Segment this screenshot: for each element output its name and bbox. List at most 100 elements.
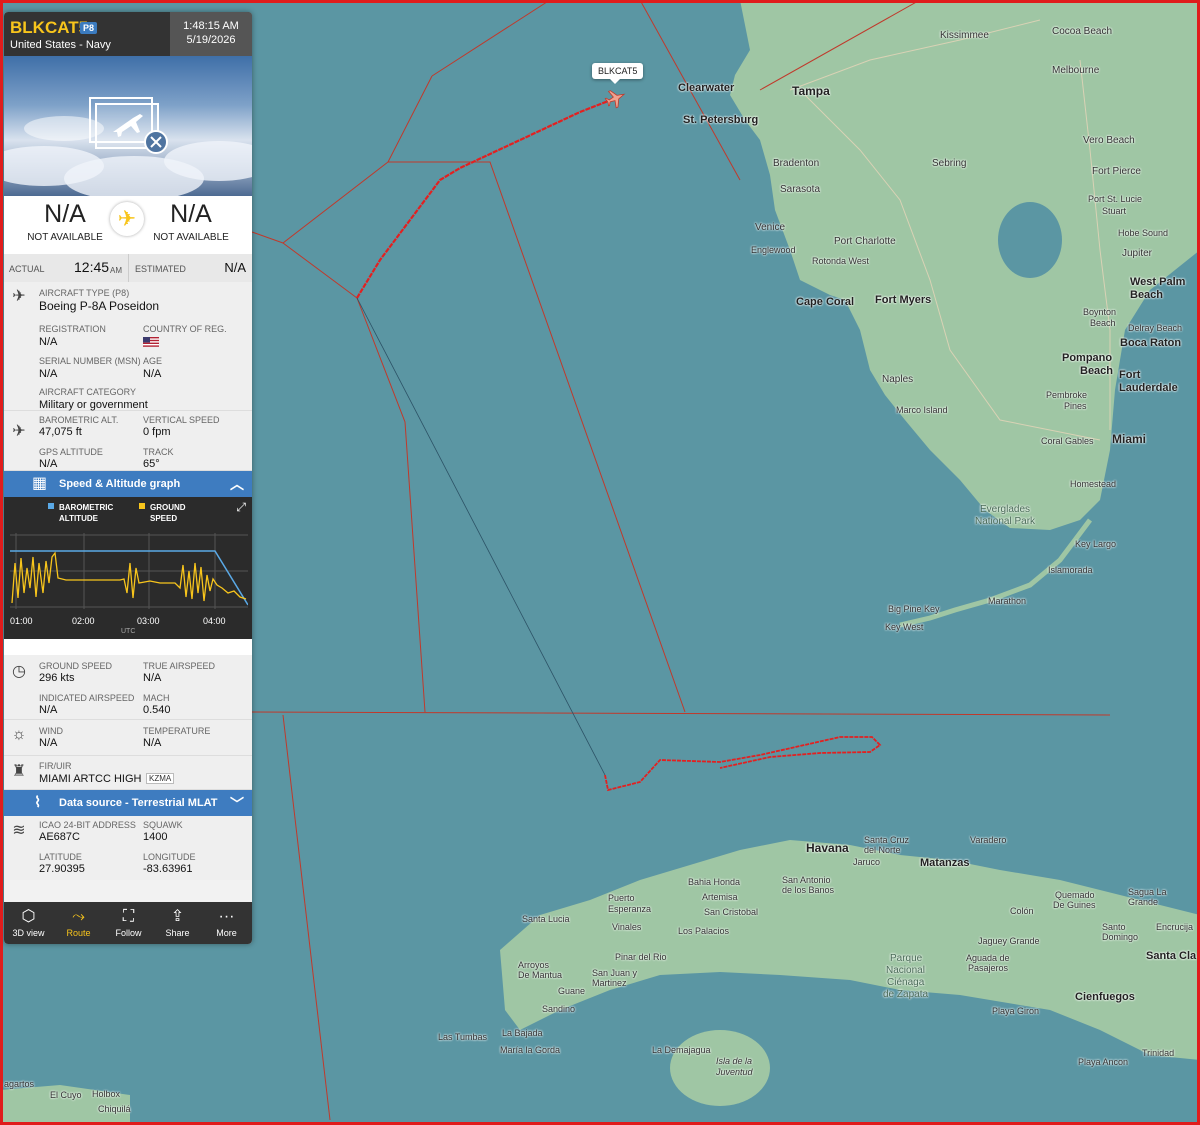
vertical-speed-label: VERTICAL SPEED [143,415,220,425]
aircraft-callout[interactable]: BLKCAT5 [592,63,644,84]
map-label: agartos [4,1079,35,1089]
share-button[interactable]: ⇪ Share [153,906,202,938]
map-label: Big Pine Key [888,604,940,614]
origin-code: N/A [44,200,86,228]
squawk-value: 1400 [143,831,168,843]
map-label: Boynton [1083,307,1117,317]
route-summary: N/A NOT AVAILABLE ✈ N/A NOT AVAILABLE [4,196,252,254]
map-label: Trinidad [1142,1048,1175,1058]
follow-button[interactable]: ⛶ Follow [104,906,153,938]
map-label: Martinez [592,978,627,988]
map-label: Naples [882,374,914,385]
cube-icon: ⬡ [21,908,36,925]
lake-okeechobee [998,202,1062,278]
map-label: Playa Ancon [1078,1057,1129,1067]
map-label: Coral Gables [1041,436,1094,446]
map-label: Isla de la [716,1056,753,1066]
map-label: Artemisa [702,892,738,902]
speed-section: ◷ GROUND SPEED 296 kts TRUE AIRSPEED N/A… [4,655,252,720]
bottom-toolbar: ⬡ 3D view ⤳ Route ⛶ Follow ⇪ Share ··· M… [4,902,252,944]
share-icon: ⇪ [170,908,185,925]
altitude-legend: BAROMETRIC ALTITUDE [59,503,114,523]
map-label: Quemado [1055,890,1095,900]
true-airspeed-value: N/A [143,672,162,684]
actual-label: ACTUAL [9,264,45,274]
follow-icon: ⛶ [122,908,135,925]
speed-altitude-graph-toggle[interactable]: ▦ Speed & Altitude graph ︿ [4,471,252,497]
airplane-icon: ✈ [12,288,26,305]
graph-axis-unit: UTC [121,628,136,635]
destination-code: N/A [170,200,212,228]
expand-icon[interactable]: ⤢ [236,500,246,515]
more-icon: ··· [218,908,235,925]
map-label: Pasajeros [968,963,1009,973]
map-label: Juventud [716,1067,753,1077]
map-label: Encrucija [1156,922,1194,932]
map-label: Ciénaga [887,977,925,988]
map-label: El Cuyo [50,1090,82,1100]
graph-plot [10,533,248,609]
estimated-label: ESTIMATED [135,264,186,274]
age-value: N/A [143,368,162,380]
map-label: Delray Beach [1128,323,1183,333]
tower-icon: ♜ [11,763,27,780]
fir-value: MIAMI ARTCC HIGH [39,773,142,785]
map-label: Fort Pierce [1092,166,1141,177]
map-label: de los Banos [782,885,835,895]
map-label: Guane [558,986,586,996]
registration-label: REGISTRATION [39,324,106,334]
departure-times: ACTUAL 12:45 AM ESTIMATED N/A [4,254,252,282]
3d-view-button[interactable]: ⬡ 3D view [4,906,53,938]
map-label: Sandino [542,1004,576,1014]
data-source-toggle[interactable]: ⌇ Data source - Terrestrial MLAT ﹀ [4,790,252,816]
estimated-time: N/A [224,260,246,275]
map-label: Stuart [1102,206,1127,216]
map-label: Beach [1080,365,1114,377]
category-value: Military or government [39,399,148,411]
map-label: Bahia Honda [688,877,741,887]
map-label: Holbox [92,1089,121,1099]
icao-label: ICAO 24-BIT ADDRESS [39,820,136,830]
map-label: Kissimmee [940,30,989,41]
altitude-legend-swatch [48,503,54,509]
age-label: AGE [143,356,163,366]
map-label: De Mantua [518,970,563,980]
category-label: AIRCRAFT CATEGORY [39,387,137,397]
map-label: Matanzas [920,857,970,869]
route-button[interactable]: ⤳ Route [54,906,103,938]
registration-value: N/A [39,336,58,348]
chevron-down-icon[interactable]: ﹀ [230,794,244,814]
map-label: Homestead [1070,479,1117,489]
graph-title: Speed & Altitude graph [59,478,181,490]
map-label: San Cristobal [704,907,759,917]
map-label: Chiquilá [98,1104,131,1114]
speedometer-icon: ◷ [12,663,26,680]
wind-value: N/A [39,737,58,749]
map-label: San Antonio [782,875,831,885]
serial-label: SERIAL NUMBER (MSN) [39,356,141,366]
baro-alt-label: BAROMETRIC ALT. [39,415,119,425]
longitude-value: -83.63961 [143,863,193,875]
more-button[interactable]: ··· More [202,906,251,938]
map-label: Cocoa Beach [1052,26,1113,37]
longitude-label: LONGITUDE [143,852,196,862]
graph-tick: 04:00 [203,616,226,626]
map-label: Beach [1130,289,1164,301]
map-label: Venice [755,222,786,233]
map-label: San Juan y [592,968,638,978]
map-label: Key Largo [1075,539,1117,549]
destination-name: NOT AVAILABLE [153,232,229,243]
actual-time: 12:45 [74,259,110,275]
map-label: Islamorada [1048,565,1093,575]
map-label: de Zapata [883,989,929,1000]
no-photo-icon [89,97,168,154]
track-label: TRACK [143,447,174,457]
actual-ampm: AM [110,266,122,275]
aircraft-photo-placeholder [4,56,252,201]
mach-value: 0.540 [143,704,171,716]
origin-name: NOT AVAILABLE [27,232,103,243]
map-label: Santa Lucia [522,914,570,924]
map-label: Puerto [608,893,635,903]
chevron-up-icon[interactable]: ︿ [230,474,244,494]
serial-value: N/A [39,368,58,380]
